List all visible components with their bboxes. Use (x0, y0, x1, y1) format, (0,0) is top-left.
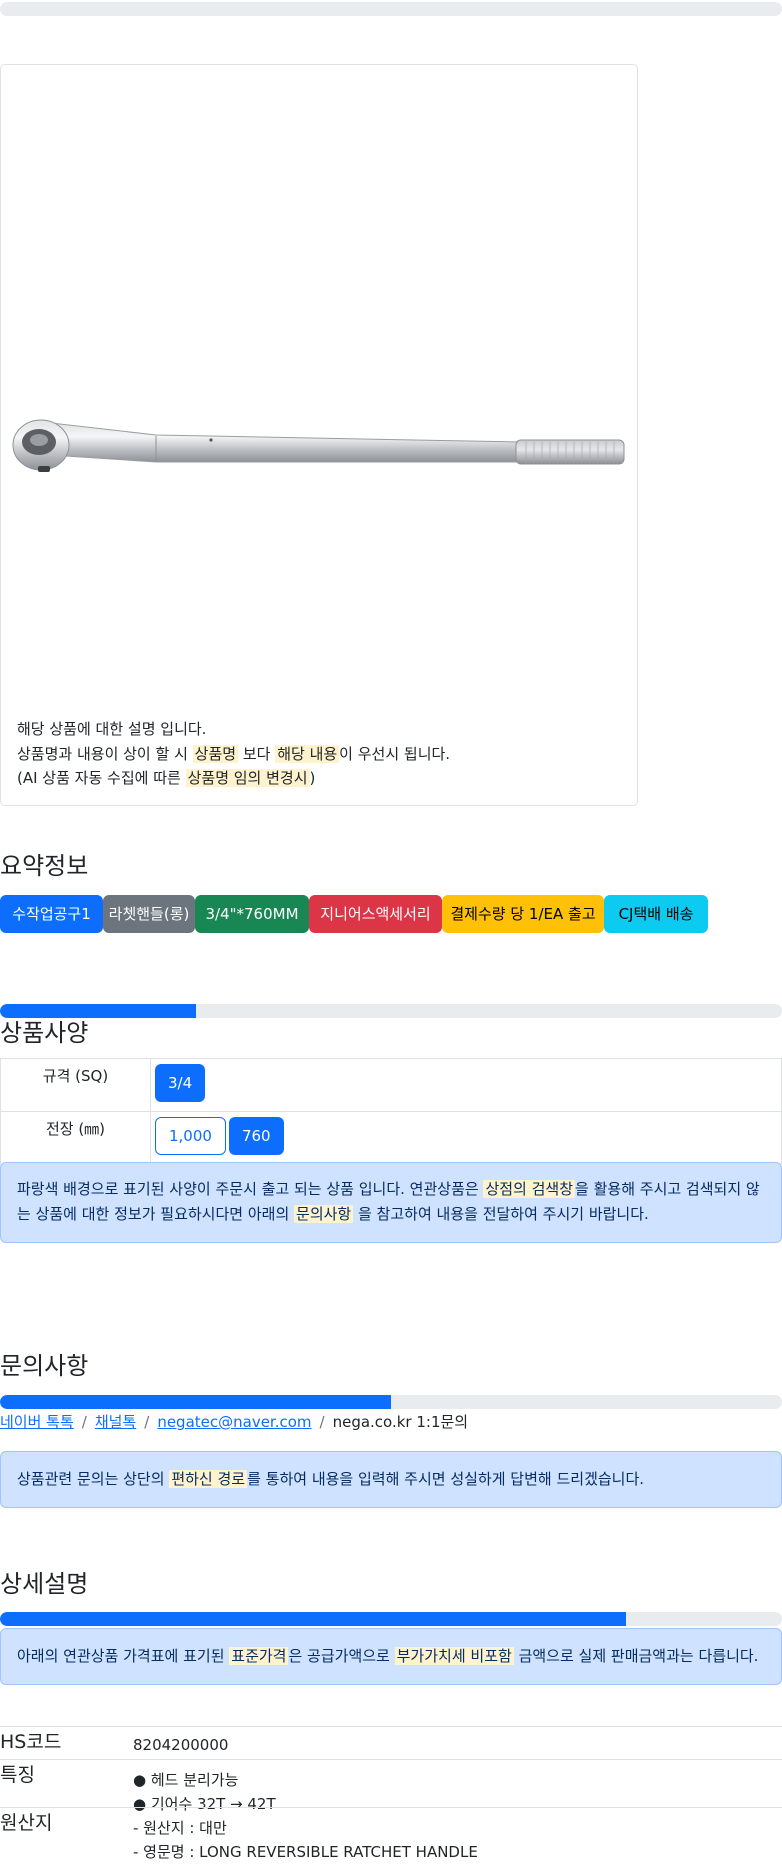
detail-progress-fill (0, 1612, 626, 1626)
qna-title: 문의사항 (0, 1352, 89, 1380)
qna-notice: 상품관련 문의는 상단의 편하신 경로 를 통하여 내용을 입력해 주시면 성실하… (0, 1451, 782, 1508)
highlight-text: 표준가격 (229, 1647, 289, 1665)
notice-text: 아래의 연관상품 가격표에 표기된 (17, 1647, 230, 1665)
spec-label: 전장 (㎜) (0, 1111, 151, 1165)
spec-label: 규격 (SQ) (0, 1058, 151, 1112)
highlight-text: 문의사항 (294, 1204, 354, 1223)
link-separator: / (144, 1413, 150, 1431)
detail-title: 상세설명 (0, 1570, 89, 1598)
product-image-card: 해당 상품에 대한 설명 입니다. 상품명과 내용이 상이 할 시 상품명 보다 … (0, 64, 638, 806)
spec-table: 규격 (SQ) 3/4 전장 (㎜) 1,000 760 (0, 1058, 782, 1165)
info-value-line: - 영문명 : LONG REVERSIBLE RATCHET HANDLE (133, 1843, 478, 1861)
info-value: 8204200000 (133, 1733, 228, 1757)
qna-text: nega.co.kr 1:1문의 (332, 1413, 469, 1431)
spec-row: 전장 (㎜) 1,000 760 (0, 1111, 782, 1165)
notice-text: 상품관련 문의는 상단의 (17, 1470, 170, 1488)
description-line: (AI 상품 자동 수집에 따른 상품명 임의 변경시) (17, 766, 450, 791)
ratchet-handle-image (12, 419, 625, 472)
description-text: (AI 상품 자동 수집에 따른 (17, 769, 186, 787)
qna-link[interactable]: 채널톡 (95, 1413, 136, 1431)
notice-text: 은 공급가액으로 (288, 1647, 395, 1665)
info-value-line: ● 헤드 분리가능 (133, 1771, 239, 1789)
description-text: 해당 상품에 대한 설명 입니다. (17, 720, 207, 738)
highlight-text: 상품명 (192, 744, 239, 763)
detail-notice: 아래의 연관상품 가격표에 표기된 표준가격 은 공급가액으로 부가가치세 비포함… (0, 1628, 782, 1685)
highlight-text: 상품명 임의 변경시 (185, 769, 310, 787)
qna-link[interactable]: 네이버 톡톡 (0, 1413, 74, 1431)
notice-text: 금액으로 실제 판매금액과는 다릅니다. (513, 1647, 759, 1665)
detail-progress-bar (0, 1612, 782, 1626)
summary-badge: 라쳇핸들(롱) (103, 895, 195, 933)
summary-badge: 지니어스액세서리 (309, 895, 442, 933)
info-row: 원산지 - 원산지 : 대만 - 영문명 : LONG REVERSIBLE RAT… (0, 1807, 782, 1861)
specs-notice: 파랑색 배경으로 표기된 사양이 주문시 출고 되는 상품 입니다. 연관상품은… (0, 1162, 782, 1243)
description-line: 상품명과 내용이 상이 할 시 상품명 보다 해당 내용 이 우선시 됩니다. (17, 742, 450, 767)
specs-title: 상품사양 (0, 1019, 89, 1047)
highlight-text: 편하신 경로 (169, 1470, 248, 1488)
summary-badge: CJ택배 배송 (604, 895, 708, 933)
top-placeholder-bar (0, 2, 782, 16)
info-key: HS코드 (0, 1731, 62, 1753)
qna-link[interactable]: negatec@naver.com (157, 1413, 311, 1431)
spec-option-button[interactable]: 760 (228, 1117, 284, 1155)
spec-option-button[interactable]: 3/4 (155, 1064, 206, 1102)
info-value-line: - 원산지 : 대만 (133, 1819, 227, 1837)
product-image-description: 해당 상품에 대한 설명 입니다. 상품명과 내용이 상이 할 시 상품명 보다 … (17, 717, 450, 791)
spec-row: 규격 (SQ) 3/4 (0, 1058, 782, 1112)
specs-progress-bar (0, 1004, 782, 1018)
highlight-text: 상점의 검색창 (483, 1180, 576, 1198)
description-line: 해당 상품에 대한 설명 입니다. (17, 717, 450, 742)
spec-options: 1,000 760 (150, 1111, 782, 1165)
link-separator: / (81, 1413, 87, 1431)
summary-badge: 3/4"*760MM (195, 895, 309, 933)
spec-options: 3/4 (150, 1058, 782, 1112)
summary-title: 요약정보 (0, 852, 89, 880)
qna-links: 네이버 톡톡 / 채널톡 / negatec@naver.com / nega.co.kr … (0, 1411, 468, 1432)
link-separator: / (319, 1413, 325, 1431)
description-text: 이 우선시 됩니다. (339, 744, 451, 763)
info-row: 특징 ● 헤드 분리가능 ● 기어수 32T → 42T (0, 1759, 782, 1813)
summary-badge: 수작업공구1 (0, 895, 103, 933)
info-key: 원산지 (0, 1812, 53, 1834)
summary-badge: 결제수량 당 1/EA 출고 (442, 895, 604, 933)
qna-progress-fill (0, 1395, 391, 1409)
description-text: 보다 (238, 744, 276, 763)
qna-progress-bar (0, 1395, 782, 1409)
description-text: 상품명과 내용이 상이 할 시 (17, 744, 193, 763)
info-key: 특징 (0, 1764, 35, 1786)
notice-text: 를 통하여 내용을 입력해 주시면 성실하게 답변해 드리겠습니다. (247, 1470, 645, 1488)
notice-text: 파랑색 배경으로 표기된 사양이 주문시 출고 되는 상품 입니다. 연관상품은 (17, 1180, 484, 1198)
highlight-text: 해당 내용 (275, 744, 340, 763)
spec-option-button[interactable]: 1,000 (155, 1117, 226, 1155)
notice-text: 을 참고하여 내용을 전달하여 주시기 바랍니다. (353, 1204, 649, 1223)
specs-progress-fill (0, 1004, 196, 1018)
info-row: HS코드 8204200000 (0, 1726, 782, 1760)
info-value-line: 8204200000 (133, 1736, 229, 1754)
description-text: ) (309, 769, 316, 787)
highlight-text: 부가가치세 비포함 (394, 1647, 514, 1665)
